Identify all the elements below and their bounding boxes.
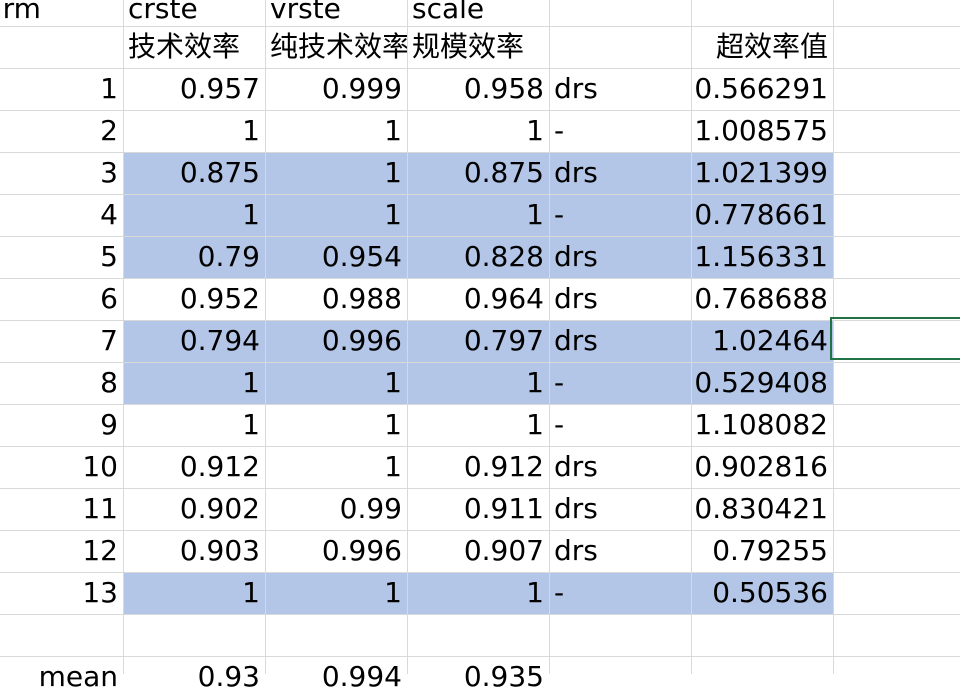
data-cell[interactable]: 0.79	[123, 236, 265, 278]
data-cell[interactable]: 0.912	[407, 446, 549, 488]
data-cell[interactable]: 0.912	[123, 446, 265, 488]
data-cell[interactable]: 1	[407, 110, 549, 152]
header-label-cell[interactable]: 技术效率	[123, 26, 265, 68]
data-cell[interactable]: 6	[0, 278, 123, 320]
data-cell[interactable]: 1	[265, 362, 407, 404]
data-cell[interactable]: 1	[0, 68, 123, 110]
data-cell[interactable]: 1	[407, 362, 549, 404]
data-cell[interactable]: 1	[123, 362, 265, 404]
header-label-cell[interactable]: 超效率值	[691, 26, 833, 68]
spreadsheet-grid[interactable]: firmcrstevrstescale技术效率纯技术效率规模效率超效率值10.9…	[0, 0, 960, 693]
data-cell[interactable]: 0.50536	[691, 572, 833, 614]
data-cell[interactable]: -	[549, 110, 691, 152]
selected-cell[interactable]	[830, 317, 960, 360]
data-cell[interactable]: 2	[0, 110, 123, 152]
data-cell[interactable]: 13	[0, 572, 123, 614]
data-cell[interactable]: 0.964	[407, 278, 549, 320]
summary-cell[interactable]: 0.935	[407, 656, 549, 698]
data-cell[interactable]: 0.996	[265, 530, 407, 572]
data-cell[interactable]: 1.02464	[691, 320, 833, 362]
data-cell[interactable]: 0.902816	[691, 446, 833, 488]
data-cell[interactable]: 1.008575	[691, 110, 833, 152]
data-cell[interactable]: drs	[549, 152, 691, 194]
data-cell[interactable]: 1	[123, 572, 265, 614]
data-cell[interactable]: 0.875	[407, 152, 549, 194]
data-cell[interactable]: 0.99	[265, 488, 407, 530]
data-cell[interactable]: 0.797	[407, 320, 549, 362]
header-label-cell[interactable]: 纯技术效率	[265, 26, 407, 68]
data-cell[interactable]: 0.902	[123, 488, 265, 530]
data-cell[interactable]: 1	[123, 194, 265, 236]
data-cell[interactable]: 1.021399	[691, 152, 833, 194]
data-cell[interactable]: drs	[549, 446, 691, 488]
data-cell[interactable]: 0.996	[265, 320, 407, 362]
data-cell[interactable]: -	[549, 572, 691, 614]
data-cell[interactable]: 0.999	[265, 68, 407, 110]
data-cell[interactable]: 0.830421	[691, 488, 833, 530]
data-cell[interactable]: 0.828	[407, 236, 549, 278]
data-cell[interactable]: 1	[407, 572, 549, 614]
data-cell[interactable]: 1	[123, 110, 265, 152]
data-cell[interactable]: 0.958	[407, 68, 549, 110]
data-cell[interactable]: drs	[549, 278, 691, 320]
data-cell[interactable]: 8	[0, 362, 123, 404]
data-cell[interactable]: 0.778661	[691, 194, 833, 236]
data-cell[interactable]: 0.988	[265, 278, 407, 320]
data-cell[interactable]: 0.529408	[691, 362, 833, 404]
data-cell[interactable]: 4	[0, 194, 123, 236]
data-cell[interactable]: 0.954	[265, 236, 407, 278]
data-cell[interactable]: 0.911	[407, 488, 549, 530]
data-cell[interactable]: 1	[265, 194, 407, 236]
data-cell[interactable]: 11	[0, 488, 123, 530]
data-cell[interactable]: 5	[0, 236, 123, 278]
data-cell[interactable]: 1	[123, 404, 265, 446]
data-cell[interactable]: 1	[407, 404, 549, 446]
data-cell[interactable]: 0.794	[123, 320, 265, 362]
data-cell[interactable]: 0.907	[407, 530, 549, 572]
summary-cell[interactable]: mean	[0, 656, 123, 698]
data-cell[interactable]: 0.957	[123, 68, 265, 110]
data-cell[interactable]: 0.566291	[691, 68, 833, 110]
data-cell[interactable]: 1.108082	[691, 404, 833, 446]
data-cell[interactable]: 1.156331	[691, 236, 833, 278]
data-cell[interactable]: 0.952	[123, 278, 265, 320]
data-cell[interactable]: -	[549, 404, 691, 446]
data-cell[interactable]: 9	[0, 404, 123, 446]
data-cell[interactable]: 1	[265, 404, 407, 446]
header-label-cell[interactable]: 规模效率	[407, 26, 549, 68]
data-cell[interactable]: 1	[265, 572, 407, 614]
data-cell[interactable]: 1	[265, 152, 407, 194]
data-cell[interactable]: drs	[549, 68, 691, 110]
gridline-horizontal	[0, 614, 960, 615]
data-cell[interactable]: 0.79255	[691, 530, 833, 572]
data-cell[interactable]: -	[549, 362, 691, 404]
data-cell[interactable]: 0.768688	[691, 278, 833, 320]
data-cell[interactable]: 1	[407, 194, 549, 236]
data-cell[interactable]: 7	[0, 320, 123, 362]
data-cell[interactable]: 3	[0, 152, 123, 194]
data-cell[interactable]: 1	[265, 446, 407, 488]
data-cell[interactable]: 12	[0, 530, 123, 572]
data-cell[interactable]: drs	[549, 530, 691, 572]
data-cell[interactable]: -	[549, 194, 691, 236]
header-code-cell[interactable]: firm	[0, 0, 123, 30]
data-cell[interactable]: drs	[549, 320, 691, 362]
data-cell[interactable]: drs	[549, 488, 691, 530]
data-cell[interactable]: 10	[0, 446, 123, 488]
summary-cell[interactable]: 0.994	[265, 656, 407, 698]
data-cell[interactable]: 0.903	[123, 530, 265, 572]
summary-cell[interactable]: 0.93	[123, 656, 265, 698]
data-cell[interactable]: 0.875	[123, 152, 265, 194]
data-cell[interactable]: 1	[265, 110, 407, 152]
data-cell[interactable]: drs	[549, 236, 691, 278]
